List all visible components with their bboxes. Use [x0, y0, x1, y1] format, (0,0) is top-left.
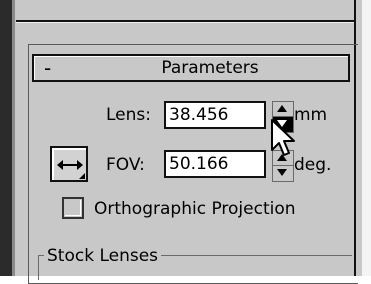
horizontal-double-arrow-icon: [57, 160, 83, 170]
panel-border-left: [12, 0, 15, 276]
spinner-up-icon: [277, 105, 287, 112]
collapse-icon[interactable]: -: [44, 54, 68, 82]
flyout-corner-icon: [79, 173, 85, 179]
lens-value: 38.456: [169, 105, 229, 125]
scrollbar-area: [362, 0, 371, 276]
spinner-down-icon: [277, 169, 287, 176]
fov-label: FOV:: [106, 155, 145, 175]
fov-unit: deg.: [294, 155, 332, 175]
mouse-cursor-icon: [270, 118, 298, 162]
rollout-title: Parameters: [161, 58, 259, 78]
fov-value: 50.166: [169, 154, 229, 174]
fov-direction-button[interactable]: [50, 146, 88, 182]
lens-unit: mm: [294, 105, 328, 125]
orthographic-label[interactable]: Orthographic Projection: [94, 197, 296, 221]
fov-spinner-down[interactable]: [272, 165, 294, 182]
lens-input[interactable]: 38.456: [164, 101, 266, 129]
lens-label: Lens:: [106, 105, 151, 125]
viewport-edge: [0, 0, 12, 276]
fov-input[interactable]: 50.166: [164, 150, 266, 178]
orthographic-checkbox[interactable]: [62, 197, 84, 219]
top-separator-highlight: [16, 22, 354, 23]
stock-lenses-title: Stock Lenses: [44, 244, 162, 268]
stock-lenses-group-border-left: [38, 255, 39, 280]
